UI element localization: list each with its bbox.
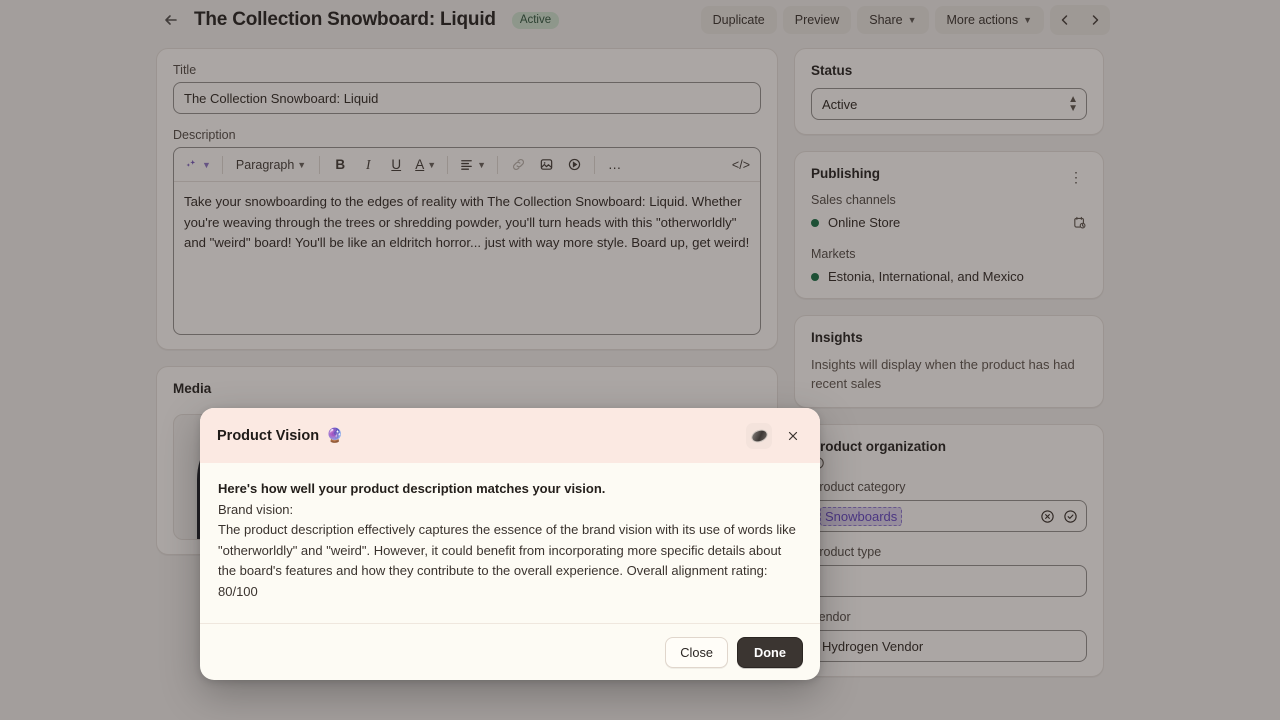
product-vision-modal: Product Vision 🔮 Here's how well your pr… <box>200 408 820 680</box>
modal-title: Product Vision <box>217 427 320 444</box>
modal-body-text: The product description effectively capt… <box>218 522 796 579</box>
crystal-ball-icon: 🔮 <box>326 427 344 443</box>
modal-subheading: Brand vision: <box>218 501 294 517</box>
modal-rating: 80/100 <box>218 583 258 599</box>
modal-heading: Here's how well your product description… <box>218 481 606 496</box>
close-button[interactable]: Close <box>665 636 728 668</box>
done-button[interactable]: Done <box>737 636 803 668</box>
close-icon[interactable] <box>780 423 806 449</box>
modal-body: Here's how well your product description… <box>200 463 820 623</box>
modal-header-actions <box>746 422 806 449</box>
modal-header: Product Vision 🔮 <box>200 408 820 463</box>
modal-footer: Close Done <box>200 623 820 680</box>
oval-stone-icon[interactable] <box>746 422 772 449</box>
